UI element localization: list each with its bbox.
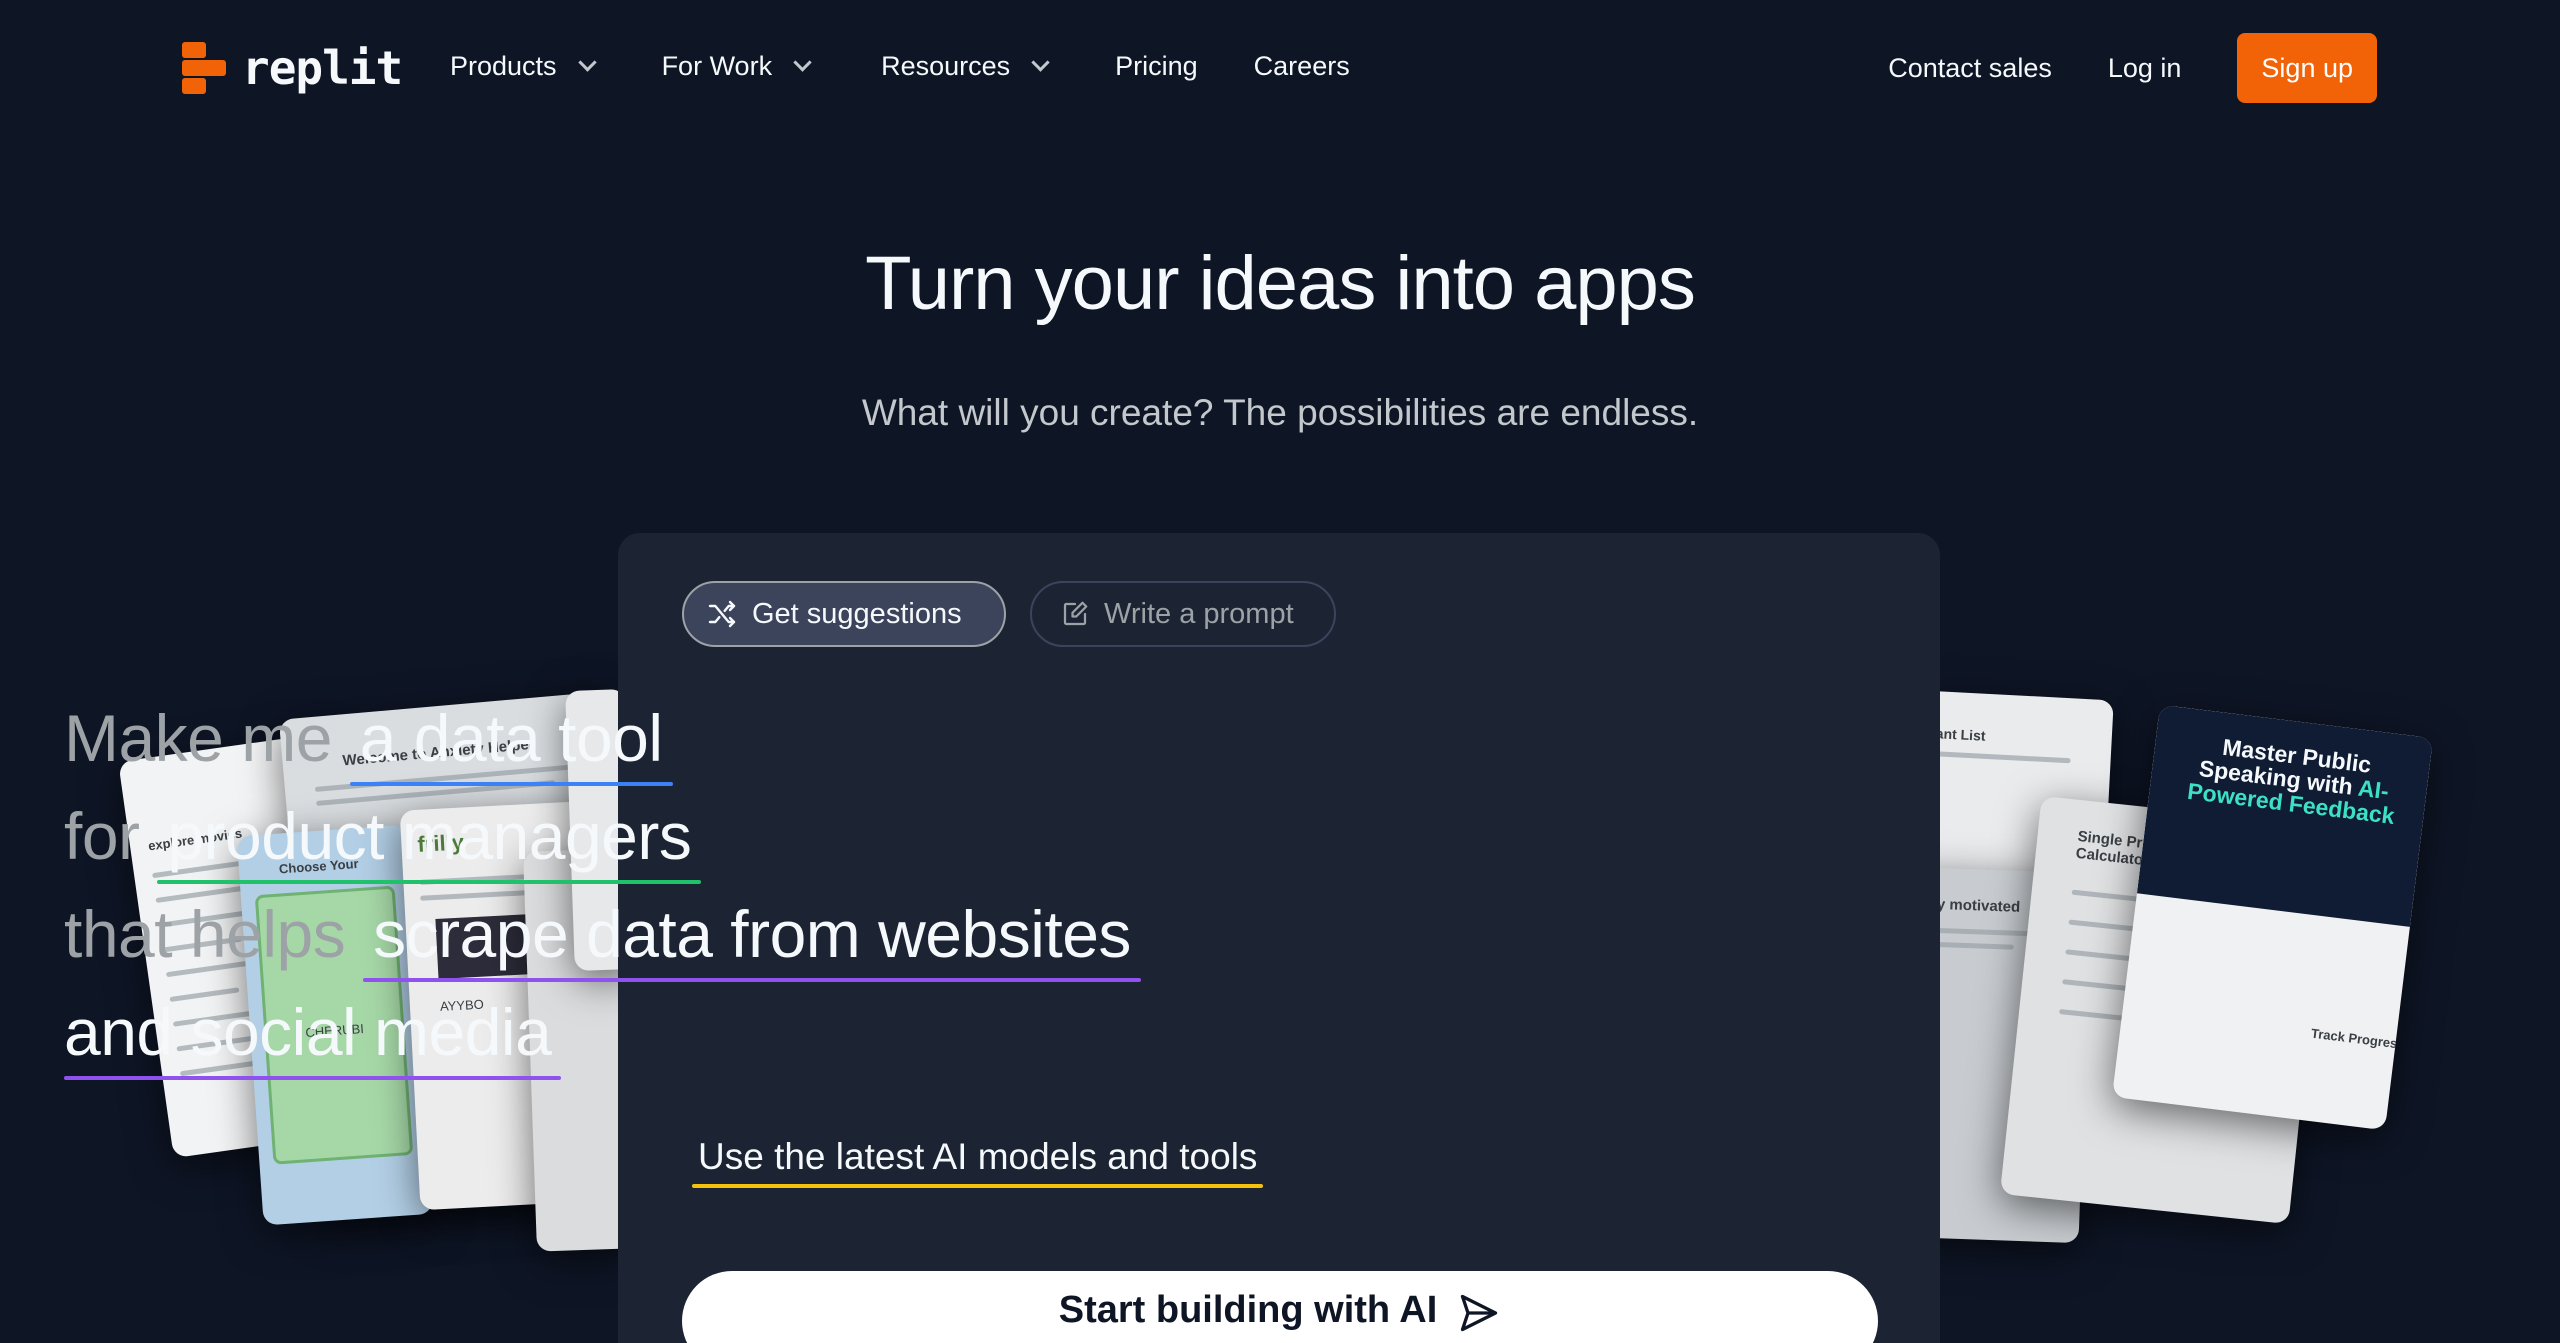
preview-card-track: Track Progress [2310, 1025, 2406, 1052]
chevron-down-icon [793, 52, 812, 72]
prompt-value-audience[interactable]: product managers [157, 798, 702, 884]
write-prompt-label: Write a prompt [1104, 597, 1294, 630]
edit-icon [1063, 601, 1088, 626]
start-building-button[interactable]: Start building with AI [682, 1271, 1878, 1343]
nav-actions: Contact sales Log in Sign up [1888, 33, 2377, 103]
get-suggestions-button[interactable]: Get suggestions [682, 581, 1006, 647]
hero-subtitle: What will you create? The possibilities … [861, 392, 1699, 433]
nav-resources[interactable]: Resources [881, 50, 1050, 82]
nav-for-work-label: For Work [661, 50, 773, 81]
write-prompt-button[interactable]: Write a prompt [1030, 581, 1336, 647]
prompt-value-purpose-cont[interactable]: and social media [64, 994, 562, 1080]
ai-models-line: Use the latest AI models and tools [682, 1136, 1273, 1188]
prompt-line-3: that helps scrape data from websites [64, 896, 1141, 982]
shuffle-icon [708, 600, 736, 628]
hero-title: Turn your ideas into apps [865, 241, 1696, 326]
login-link[interactable]: Log in [2108, 53, 2182, 84]
prompt-prefix-2: for [64, 799, 140, 873]
signup-button[interactable]: Sign up [2237, 33, 2377, 103]
chevron-down-icon [1031, 52, 1050, 72]
prompt-line-2: for product managers [64, 798, 702, 884]
prompt-value-app-type[interactable]: a data tool [349, 700, 673, 786]
contact-sales-link[interactable]: Contact sales [1888, 53, 2052, 84]
prompt-value-purpose[interactable]: scrape data from websites [363, 896, 1141, 982]
get-suggestions-label: Get suggestions [752, 597, 962, 630]
nav-products[interactable]: Products [450, 50, 597, 82]
prompt-line-1: Make me a data tool [64, 700, 673, 786]
nav-careers[interactable]: Careers [1254, 51, 1350, 82]
brand-name: replit [242, 41, 403, 95]
send-icon [1461, 1294, 1498, 1332]
chevron-down-icon [577, 52, 597, 72]
top-nav: replit Products For Work Resources Prici… [0, 0, 2560, 132]
nav-pricing[interactable]: Pricing [1115, 51, 1198, 82]
nav-menu: Products For Work Resources Pricing Care… [450, 44, 1350, 88]
prompt-line-4: and social media [64, 994, 562, 1080]
ai-models-text[interactable]: Use the latest AI models and tools [692, 1136, 1264, 1188]
preview-card-public-speaking: Master Public Speaking with AI-Powered F… [2111, 704, 2434, 1131]
replit-logo[interactable]: replit [180, 40, 403, 96]
prompt-prefix-3: that helps [64, 897, 346, 971]
nav-products-label: Products [450, 50, 557, 81]
nav-for-work[interactable]: For Work [661, 50, 812, 82]
nav-resources-label: Resources [881, 50, 1011, 81]
prompt-prefix-1: Make me [64, 701, 332, 775]
replit-logo-icon [180, 40, 228, 96]
start-building-label: Start building with AI [1058, 1289, 1438, 1331]
